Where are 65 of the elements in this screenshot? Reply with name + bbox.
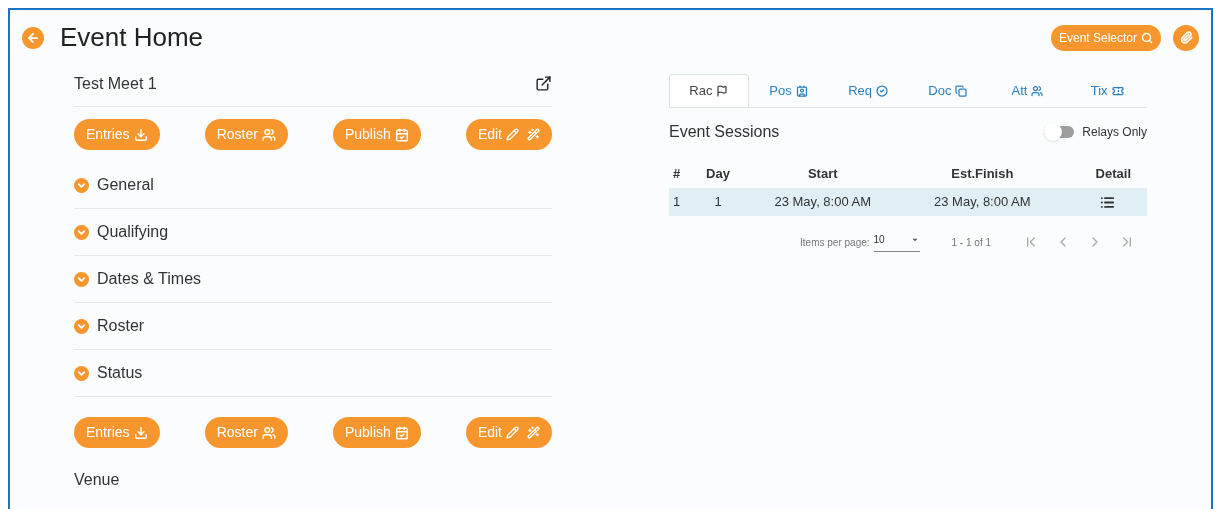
users-icon: [261, 127, 276, 142]
chevron-icon: [74, 271, 89, 287]
wand-icon: [527, 426, 540, 439]
users-icon: [1031, 84, 1044, 97]
tab[interactable]: Att: [987, 74, 1068, 107]
table-cell: 1: [693, 188, 743, 216]
download-icon: [133, 425, 148, 440]
calendar-icon: [394, 425, 409, 440]
toggle-label: Relays Only: [1082, 124, 1147, 141]
badge-icon: [795, 84, 808, 97]
chevron-icon: [74, 318, 89, 334]
pencil-icon: [506, 426, 519, 439]
tab[interactable]: Rac: [669, 74, 749, 107]
page-title: Event Home: [60, 21, 204, 54]
action-button[interactable]: Entries: [74, 417, 160, 448]
external-link-icon[interactable]: [535, 75, 552, 92]
chevron-icon: [74, 365, 89, 381]
column-header: Detail: [1062, 160, 1147, 188]
wand-icon: [527, 128, 540, 141]
action-button[interactable]: Roster: [204, 119, 288, 150]
meet-name: Test Meet 1: [74, 73, 157, 94]
action-button[interactable]: Edit: [465, 119, 552, 150]
column-header: Day: [693, 160, 743, 188]
ticket-icon: [1111, 84, 1124, 97]
action-button[interactable]: Entries: [74, 119, 160, 150]
accordion-header[interactable]: Qualifying: [74, 209, 552, 256]
attachment-button[interactable]: [1173, 24, 1199, 51]
users-icon: [261, 425, 276, 440]
accordion-header[interactable]: Roster: [74, 303, 552, 350]
calendar-icon: [394, 127, 409, 142]
chevron-icon: [74, 224, 89, 240]
action-button[interactable]: Publish: [332, 417, 421, 448]
section-title: Event Sessions: [669, 122, 780, 142]
accordion-header[interactable]: General: [74, 162, 552, 209]
venue-label: Venue: [74, 470, 121, 490]
event-selector-button[interactable]: Event Selector: [1050, 24, 1161, 51]
accordion-header[interactable]: Dates & Times: [74, 256, 552, 303]
action-button[interactable]: Roster: [204, 417, 288, 448]
pencil-icon: [506, 128, 519, 141]
flag-icon: [716, 84, 729, 97]
items-per-page-select[interactable]: 10: [873, 232, 920, 252]
items-per-page-label: Items per page:: [800, 235, 870, 250]
table-cell: 1: [669, 188, 693, 216]
column-header: Start: [743, 160, 903, 188]
tab[interactable]: Pos: [748, 74, 829, 107]
chevron-icon: [74, 177, 89, 193]
download-icon: [133, 127, 148, 142]
paperclip-icon: [1179, 31, 1193, 44]
tab[interactable]: Tix: [1067, 74, 1147, 107]
table-cell: 23 May, 8:00 AM: [902, 188, 1063, 216]
back-button[interactable]: [22, 26, 44, 49]
copy-icon: [955, 84, 968, 97]
list-icon[interactable]: [1100, 195, 1115, 211]
page-range: 1 - 1 of 1: [951, 235, 991, 250]
toggle-switch[interactable]: [1044, 126, 1075, 138]
column-header: #: [669, 160, 693, 188]
tab[interactable]: Req: [828, 74, 908, 107]
check-icon: [876, 84, 889, 97]
action-button[interactable]: Publish: [332, 119, 421, 150]
accordion-header[interactable]: Status: [74, 350, 552, 397]
table-cell: 23 May, 8:00 AM: [743, 188, 903, 216]
tab[interactable]: Doc: [908, 74, 988, 107]
search-icon: [1141, 31, 1153, 44]
column-header: Est.Finish: [902, 160, 1063, 188]
action-button[interactable]: Edit: [465, 417, 552, 448]
